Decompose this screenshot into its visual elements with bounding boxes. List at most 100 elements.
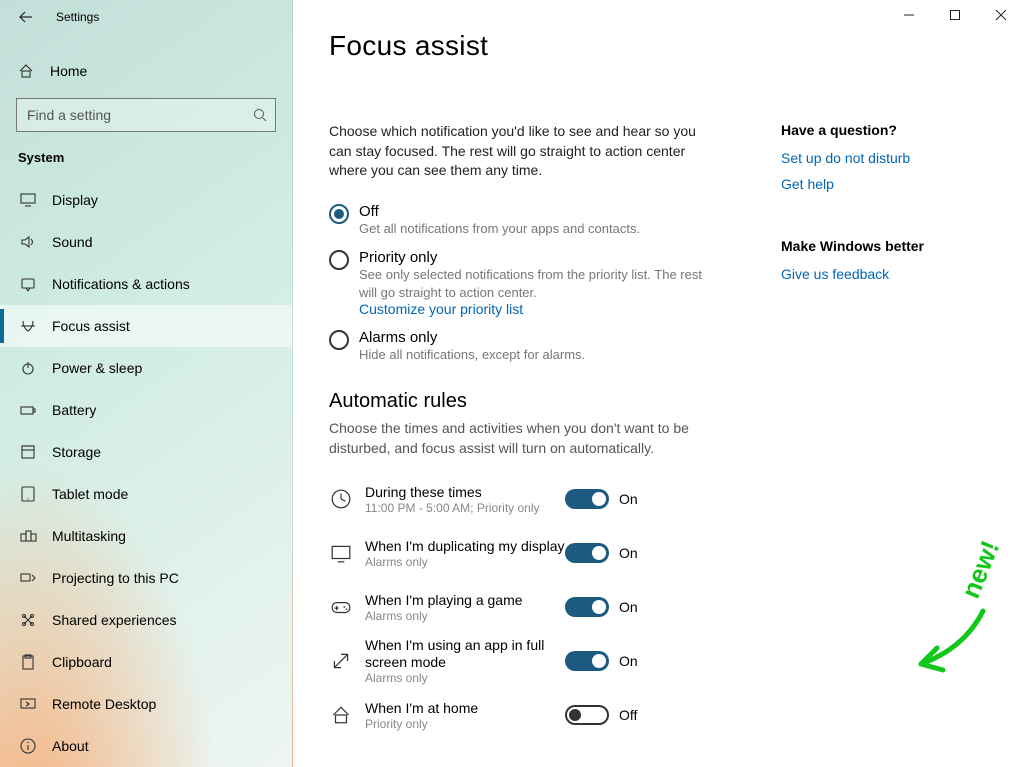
toggle-label: On (619, 653, 638, 669)
clock-icon (329, 488, 353, 510)
sidebar-item-label: Shared experiences (52, 612, 177, 628)
rule-title: When I'm at home (365, 700, 565, 717)
sidebar-item-multitasking[interactable]: Multitasking (0, 515, 292, 557)
rule-0[interactable]: During these times11:00 PM - 5:00 AM; Pr… (329, 472, 741, 526)
radio-label: Priority only (359, 249, 719, 266)
focus-option-alarms-only[interactable]: Alarms onlyHide all notifications, excep… (329, 329, 741, 364)
sidebar-item-notifications-actions[interactable]: Notifications & actions (0, 263, 292, 305)
sidebar-item-label: Notifications & actions (52, 276, 190, 292)
focus-option-priority-only[interactable]: Priority onlySee only selected notificat… (329, 249, 741, 317)
rule-title: When I'm duplicating my display (365, 538, 565, 555)
sound-icon (18, 233, 38, 251)
rule-toggle[interactable] (565, 489, 609, 509)
shared-icon (18, 611, 38, 629)
sidebar-item-tablet-mode[interactable]: Tablet mode (0, 473, 292, 515)
have-question-heading: Have a question? (781, 122, 924, 138)
display-icon (18, 191, 38, 209)
sidebar-item-about[interactable]: About (0, 725, 292, 767)
radio-sub: Get all notifications from your apps and… (359, 220, 640, 238)
remote-icon (18, 695, 38, 713)
sidebar-item-label: Projecting to this PC (52, 570, 179, 586)
rule-sub: 11:00 PM - 5:00 AM; Priority only (365, 501, 565, 515)
sidebar-item-shared-experiences[interactable]: Shared experiences (0, 599, 292, 641)
rule-title: When I'm using an app in full screen mod… (365, 637, 565, 671)
about-icon (18, 737, 38, 755)
content-area: Focus assist Choose which notification y… (293, 0, 1024, 767)
toggle-label: Off (619, 707, 637, 723)
projecting-icon (18, 569, 38, 587)
focus-assist-icon (18, 317, 38, 335)
search-icon (253, 108, 267, 122)
rule-sub: Alarms only (365, 609, 565, 623)
sidebar-item-battery[interactable]: Battery (0, 389, 292, 431)
radio-indicator[interactable] (329, 204, 349, 224)
rule-toggle[interactable] (565, 543, 609, 563)
sidebar-item-label: Tablet mode (52, 486, 128, 502)
sidebar-item-label: Multitasking (52, 528, 126, 544)
focus-option-off[interactable]: OffGet all notifications from your apps … (329, 203, 741, 238)
sidebar-item-focus-assist[interactable]: Focus assist (0, 305, 292, 347)
radio-sub: See only selected notifications from the… (359, 266, 719, 301)
automatic-rules-heading: Automatic rules (329, 390, 741, 413)
section-label: System (0, 144, 292, 179)
radio-indicator[interactable] (329, 250, 349, 270)
rule-toggle[interactable] (565, 705, 609, 725)
search-box[interactable] (16, 98, 276, 132)
multitasking-icon (18, 527, 38, 545)
side-link-feedback[interactable]: Give us feedback (781, 266, 924, 282)
tablet-icon (18, 485, 38, 503)
app-title: Settings (56, 10, 99, 24)
rule-toggle[interactable] (565, 651, 609, 671)
clipboard-icon (18, 653, 38, 671)
home-icon (18, 63, 38, 79)
customize-priority-link[interactable]: Customize your priority list (359, 301, 719, 317)
rule-toggle[interactable] (565, 597, 609, 617)
home-icon (329, 704, 353, 726)
sidebar-item-label: Remote Desktop (52, 696, 156, 712)
back-button[interactable] (14, 9, 38, 25)
side-link-dnd[interactable]: Set up do not disturb (781, 150, 924, 166)
nav-home-label: Home (50, 63, 87, 79)
sidebar-item-display[interactable]: Display (0, 179, 292, 221)
automatic-rules-description: Choose the times and activities when you… (329, 419, 709, 458)
radio-label: Off (359, 203, 640, 220)
sidebar-item-label: Sound (52, 234, 92, 250)
search-input[interactable] (17, 99, 239, 131)
sidebar-item-sound[interactable]: Sound (0, 221, 292, 263)
rule-1[interactable]: When I'm duplicating my displayAlarms on… (329, 526, 741, 580)
fullscreen-icon (329, 650, 353, 672)
sidebar-item-storage[interactable]: Storage (0, 431, 292, 473)
sidebar-item-label: Power & sleep (52, 360, 142, 376)
sidebar-item-remote-desktop[interactable]: Remote Desktop (0, 683, 292, 725)
rule-title: When I'm playing a game (365, 592, 565, 609)
sidebar-item-label: Storage (52, 444, 101, 460)
rule-sub: Alarms only (365, 671, 565, 685)
radio-sub: Hide all notifications, except for alarm… (359, 346, 585, 364)
power-icon (18, 359, 38, 377)
radio-indicator[interactable] (329, 330, 349, 350)
rule-3[interactable]: When I'm using an app in full screen mod… (329, 634, 741, 688)
sidebar-item-label: Focus assist (52, 318, 130, 334)
storage-icon (18, 443, 38, 461)
sidebar-item-clipboard[interactable]: Clipboard (0, 641, 292, 683)
rule-title: During these times (365, 484, 565, 501)
rule-2[interactable]: When I'm playing a gameAlarms only On (329, 580, 741, 634)
sidebar: Settings Home System Display Sound Notific… (0, 0, 293, 767)
make-better-heading: Make Windows better (781, 238, 924, 254)
nav-home[interactable]: Home (0, 52, 292, 90)
rule-4[interactable]: When I'm at homePriority onlyOff (329, 688, 741, 742)
page-description: Choose which notification you'd like to … (329, 122, 709, 181)
sidebar-item-power-sleep[interactable]: Power & sleep (0, 347, 292, 389)
sidebar-item-label: Clipboard (52, 654, 112, 670)
radio-label: Alarms only (359, 329, 585, 346)
sidebar-item-label: About (52, 738, 89, 754)
sidebar-item-label: Display (52, 192, 98, 208)
rule-sub: Alarms only (365, 555, 565, 569)
toggle-label: On (619, 599, 638, 615)
gamepad-icon (329, 596, 353, 618)
toggle-label: On (619, 491, 638, 507)
notifications-icon (18, 275, 38, 293)
side-link-gethelp[interactable]: Get help (781, 176, 924, 192)
page-title: Focus assist (329, 30, 996, 62)
sidebar-item-projecting-to-this-pc[interactable]: Projecting to this PC (0, 557, 292, 599)
